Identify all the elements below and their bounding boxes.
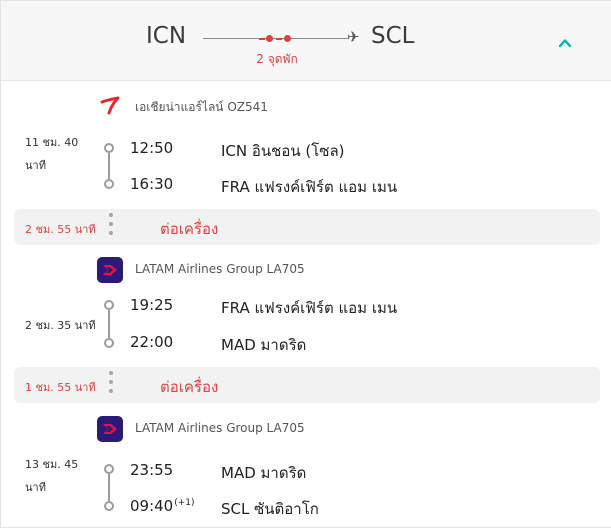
timeline-line (108, 310, 110, 338)
arrival-airport: MAD มาดริด (221, 336, 307, 354)
duration-line: 2 ชม. 35 นาที (25, 319, 96, 332)
departure-airport: FRA แฟรงค์เฟิร์ต แอม เมน (221, 299, 398, 317)
layover-row: 2 ชม. 55 นาที ต่อเครื่อง (14, 209, 600, 245)
layover-row: 1 ชม. 55 นาที ต่อเครื่อง (14, 367, 600, 403)
destination-code: SCL (371, 23, 415, 49)
arrival-airport: SCL ซันติอาโก (221, 500, 319, 518)
airplane-icon: ✈ (347, 28, 360, 46)
airline-name: LATAM Airlines Group LA705 (135, 262, 305, 276)
departure-time: 12:50 (130, 139, 174, 157)
timeline-line (108, 153, 110, 179)
flight-duration: 13 ชม. 45 นาที (25, 453, 78, 499)
airline-name: LATAM Airlines Group LA705 (135, 421, 305, 435)
flight-duration: 11 ชม. 40 นาที (25, 131, 78, 177)
layover-label: ต่อเครื่อง (160, 378, 219, 396)
layover-dots-icon (108, 213, 114, 240)
asiana-logo-icon (100, 96, 120, 115)
arrival-dot (104, 501, 114, 511)
arrival-dot (104, 338, 114, 348)
stops-count: 2 จุดพัก (256, 52, 298, 66)
departure-dot (104, 143, 114, 153)
arrival-airport: FRA แฟรงค์เฟิร์ต แอม เมน (221, 178, 398, 196)
arrival-time: 16:30 (130, 175, 174, 193)
layover-dots-icon (108, 371, 114, 398)
route-header[interactable]: ICN ✈ SCL 2 จุดพัก (1, 1, 611, 81)
departure-time: 19:25 (130, 296, 174, 314)
latam-logo-icon (97, 257, 123, 283)
duration-line: 13 ชม. 45 (25, 458, 79, 471)
duration-line: นาที (25, 481, 46, 494)
chevron-up-icon[interactable] (559, 37, 571, 49)
departure-dot (104, 464, 114, 474)
arrival-time: 09:40(+1) (130, 497, 195, 515)
arrival-time: 22:00 (130, 333, 174, 351)
stop-dot (284, 35, 291, 42)
layover-duration: 1 ชม. 55 นาที (25, 381, 96, 394)
duration-line: 11 ชม. 40 (25, 136, 79, 149)
layover-duration: 2 ชม. 55 นาที (25, 223, 96, 236)
timeline-line (108, 474, 110, 501)
stop-dash (259, 38, 265, 40)
segment-timeline (104, 464, 114, 514)
segment-timeline (104, 143, 114, 193)
stop-dot (266, 35, 273, 42)
origin-code: ICN (146, 23, 187, 49)
arrival-time-value: 09:40 (130, 497, 174, 515)
arrival-dot (104, 179, 114, 189)
departure-airport: ICN อินชอน (โซล) (221, 142, 345, 160)
departure-airport: MAD มาดริด (221, 464, 307, 482)
day-offset: (+1) (174, 498, 195, 508)
latam-logo-icon (97, 416, 123, 442)
departure-dot (104, 300, 114, 310)
stop-dash (276, 38, 282, 40)
airline-name: เอเชียน่าแอร์ไลน์ OZ541 (135, 100, 268, 114)
segment-timeline (104, 300, 114, 350)
flight-details-card: ICN ✈ SCL 2 จุดพัก เอเชียน่าแอร์ไลน์ OZ5… (0, 0, 611, 528)
layover-label: ต่อเครื่อง (160, 220, 219, 238)
duration-line: นาที (25, 159, 46, 172)
departure-time: 23:55 (130, 461, 174, 479)
flight-duration: 2 ชม. 35 นาที (25, 314, 96, 337)
